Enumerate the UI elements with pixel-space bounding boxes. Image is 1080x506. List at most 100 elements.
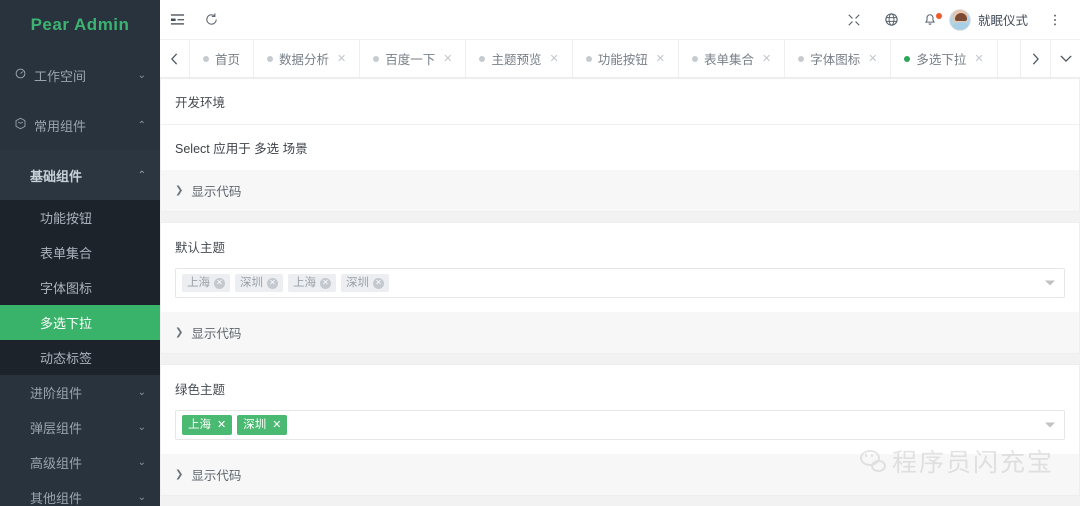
sidebar-item-function-button[interactable]: 功能按钮 <box>0 200 160 235</box>
tab-theme-preview[interactable]: 主题预览 ✕ <box>466 40 573 77</box>
tag-label: 上海 <box>188 419 211 431</box>
chevron-up-icon: ⌃ <box>137 169 146 181</box>
tab-data-analysis[interactable]: 数据分析 ✕ <box>254 40 361 77</box>
section-gap <box>160 496 1080 506</box>
tag-item[interactable]: 深圳 ✕ <box>235 274 283 292</box>
content-area: 开发环境 Select 应用于 多选 场景 ❯ 显示代码 默认主题 上海 ✕ 深… <box>160 78 1080 506</box>
sidebar-item-label: 常用组件 <box>34 118 87 134</box>
sidebar-item-font-icons[interactable]: 字体图标 <box>0 270 160 305</box>
description-row: Select 应用于 多选 场景 <box>161 125 1079 170</box>
tag-item[interactable]: 深圳 ✕ <box>237 415 288 435</box>
avatar[interactable] <box>948 8 971 31</box>
default-theme-select-wrap: 上海 ✕ 深圳 ✕ 上海 ✕ 深圳 ✕ <box>161 256 1079 312</box>
sidebar-item-label: 进阶组件 <box>30 386 83 401</box>
sidebar-item-label: 工作空间 <box>34 68 87 84</box>
tag-close-icon[interactable]: ✕ <box>272 419 281 431</box>
tab-close-icon[interactable]: ✕ <box>337 52 346 65</box>
chevron-down-icon: ⌄ <box>137 387 146 398</box>
tag-label: 上海 <box>293 277 316 289</box>
tag-item[interactable]: 深圳 ✕ <box>341 274 389 292</box>
tab-label: 百度一下 <box>385 53 436 67</box>
tab-close-icon[interactable]: ✕ <box>762 52 771 65</box>
tag-close-icon[interactable]: ✕ <box>320 277 331 289</box>
tab-close-icon[interactable]: ✕ <box>868 52 877 65</box>
tab-close-icon[interactable]: ✕ <box>550 52 559 65</box>
header-right-group: 就眠仪式 <box>835 0 1080 40</box>
sidebar-item-advanced-components[interactable]: 进阶组件 ⌄ <box>0 375 160 410</box>
tab-multi-select[interactable]: 多选下拉 ✕ <box>891 40 998 77</box>
more-vertical-icon[interactable] <box>1036 0 1074 40</box>
green-theme-select[interactable]: 上海 ✕ 深圳 ✕ <box>175 410 1065 440</box>
chevron-down-icon[interactable] <box>1045 422 1055 428</box>
sidebar-item-other-components[interactable]: 其他组件 ⌄ <box>0 480 160 506</box>
menu-collapse-icon[interactable] <box>160 0 194 40</box>
refresh-icon[interactable] <box>194 0 228 40</box>
tab-baidu[interactable]: 百度一下 ✕ <box>360 40 467 77</box>
notification-dot <box>935 12 942 19</box>
show-code-toggle-3[interactable]: ❯ 显示代码 <box>160 454 1080 496</box>
sidebar-item-basic-components[interactable]: 基础组件 ⌃ <box>0 150 160 200</box>
tab-status-dot <box>267 55 274 62</box>
tab-label: 多选下拉 <box>916 53 967 67</box>
sidebar-item-form-collection[interactable]: 表单集合 <box>0 235 160 270</box>
tab-function-button[interactable]: 功能按钮 ✕ <box>573 40 679 77</box>
green-theme-card: 绿色主题 上海 ✕ 深圳 ✕ <box>160 364 1080 454</box>
sidebar-item-label: 表单集合 <box>40 246 93 261</box>
tab-label: 数据分析 <box>279 53 330 67</box>
sidebar-item-dynamic-tags[interactable]: 动态标签 <box>0 340 160 375</box>
main-pane: 就眠仪式 首页 数据分析 ✕ 百度一下 ✕ 主题预览 ✕ 功能按钮 ✕ 表单集合… <box>160 0 1080 506</box>
default-theme-card: 默认主题 上海 ✕ 深圳 ✕ 上海 ✕ 深圳 ✕ <box>160 222 1080 312</box>
green-theme-select-wrap: 上海 ✕ 深圳 ✕ <box>161 398 1079 454</box>
tag-list: 上海 ✕ 深圳 ✕ <box>182 415 288 435</box>
sidebar-item-senior-components[interactable]: 高级组件 ⌄ <box>0 445 160 480</box>
tab-status-dot <box>798 55 805 62</box>
tab-close-icon[interactable]: ✕ <box>656 52 665 65</box>
show-code-toggle-2[interactable]: ❯ 显示代码 <box>160 312 1080 354</box>
tag-close-icon[interactable]: ✕ <box>267 277 278 289</box>
fullscreen-icon[interactable] <box>835 0 873 40</box>
description-text: Select 应用于 多选 场景 <box>175 142 308 156</box>
sidebar-item-label: 高级组件 <box>30 456 83 471</box>
section-gap <box>160 354 1080 364</box>
tab-menu-dropdown-icon[interactable] <box>1050 40 1080 77</box>
tab-form-collection[interactable]: 表单集合 ✕ <box>679 40 786 77</box>
tab-status-dot <box>691 55 698 62</box>
top-header: 就眠仪式 <box>160 0 1080 40</box>
app-root: Pear Admin 工作空间 ⌄ 常用组件 ⌃ 基础组件 ⌃ 功能按钮 表单集… <box>0 0 1080 506</box>
section-gap <box>160 212 1080 222</box>
tab-label: 首页 <box>215 53 241 67</box>
tag-close-icon[interactable]: ✕ <box>373 277 384 289</box>
dashboard-icon <box>14 67 34 83</box>
tab-scroll-right-button[interactable] <box>1020 40 1050 77</box>
globe-icon[interactable] <box>873 0 911 40</box>
tag-label: 深圳 <box>346 277 369 289</box>
show-code-label: 显示代码 <box>191 185 242 199</box>
tag-item[interactable]: 上海 ✕ <box>182 274 230 292</box>
tab-close-icon[interactable]: ✕ <box>974 52 983 65</box>
green-theme-label: 绿色主题 <box>175 383 226 397</box>
default-theme-select[interactable]: 上海 ✕ 深圳 ✕ 上海 ✕ 深圳 ✕ <box>175 268 1065 298</box>
chevron-down-icon[interactable] <box>1045 280 1055 286</box>
tag-close-icon[interactable]: ✕ <box>217 419 226 431</box>
tag-item[interactable]: 上海 ✕ <box>288 274 336 292</box>
username-label: 就眠仪式 <box>977 14 1028 28</box>
tab-home[interactable]: 首页 <box>190 40 255 77</box>
sidebar-item-popup-components[interactable]: 弹层组件 ⌄ <box>0 410 160 445</box>
bell-icon[interactable] <box>911 0 949 40</box>
sidebar-item-label: 多选下拉 <box>40 316 93 331</box>
show-code-toggle-1[interactable]: ❯ 显示代码 <box>160 170 1080 212</box>
chevron-down-icon: ⌄ <box>137 422 146 433</box>
sidebar-item-multi-select[interactable]: 多选下拉 <box>0 305 160 340</box>
sidebar-item-workspace[interactable]: 工作空间 ⌄ <box>0 50 160 100</box>
chevron-right-icon: ❯ <box>175 469 184 480</box>
sidebar-item-common-components[interactable]: 常用组件 ⌃ <box>0 100 160 150</box>
tab-scroll-left-button[interactable] <box>160 40 190 77</box>
tag-item[interactable]: 上海 ✕ <box>182 415 233 435</box>
tab-font-icons[interactable]: 字体图标 ✕ <box>785 40 892 77</box>
chevron-down-icon: ⌄ <box>137 492 146 503</box>
tag-close-icon[interactable]: ✕ <box>214 277 225 289</box>
tag-label: 上海 <box>187 277 210 289</box>
sidebar-item-label: 基础组件 <box>30 168 83 184</box>
tab-close-icon[interactable]: ✕ <box>443 52 452 65</box>
tab-label: 主题预览 <box>491 53 542 67</box>
